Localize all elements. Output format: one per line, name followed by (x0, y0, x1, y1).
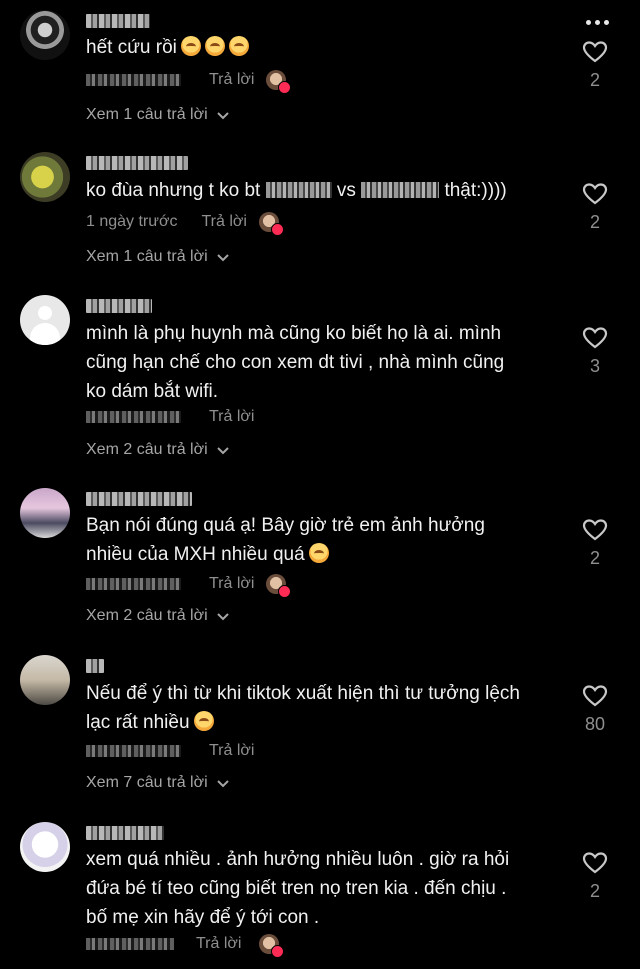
comment-text: ko đùa nhưng t ko bt vs thật:)))) (86, 180, 507, 201)
chevron-down-icon (216, 254, 229, 262)
comment-meta: Trả lời (86, 739, 266, 763)
default-avatar-icon (38, 306, 52, 320)
username-blurred[interactable] (86, 156, 188, 170)
like-count: 2 (589, 212, 600, 232)
avatar[interactable] (20, 10, 70, 60)
like-count: 80 (584, 714, 606, 734)
comment-line: đứa bé tí teo cũng biết tren nọ tren kia… (86, 878, 507, 899)
like-button[interactable]: 2 (578, 182, 612, 232)
avatar[interactable] (20, 655, 70, 705)
comment-date-blurred (86, 745, 181, 757)
comment-text: Nếu để ý thì từ khi tiktok xuất hiện thì… (86, 679, 556, 737)
like-count: 2 (589, 881, 600, 901)
username-blurred[interactable] (86, 299, 152, 313)
reply-button[interactable]: Trả lời (209, 742, 254, 760)
reply-button[interactable]: Trả lời (196, 935, 241, 953)
creator-liked-icon (266, 574, 292, 598)
flushed-face-emoji (180, 36, 201, 56)
heart-outline-icon (582, 183, 608, 205)
like-button[interactable]: 2 (578, 851, 612, 901)
view-replies-label: Xem 2 câu trả lời (86, 607, 208, 624)
view-replies-button[interactable]: Xem 1 câu trả lời (86, 106, 230, 124)
comment-text: hết cứu rồi (86, 33, 556, 62)
comment-date: 1 ngày trước (86, 213, 178, 230)
comment-line: ko dám bắt wifi. (86, 381, 218, 402)
view-replies-label: Xem 2 câu trả lời (86, 441, 208, 458)
like-button[interactable]: 2 (578, 40, 612, 90)
reply-button[interactable]: Trả lời (201, 213, 246, 231)
comment-meta: 1 ngày trước Trả lời (86, 210, 284, 236)
comment-line: mình là phụ huynh mà cũng ko biết họ là … (86, 323, 502, 344)
username-blurred[interactable] (86, 826, 164, 840)
comment-meta: Trả lời (86, 932, 285, 958)
comment-line: lạc rất nhiều (86, 708, 556, 737)
view-replies-label: Xem 1 câu trả lời (86, 248, 208, 265)
view-replies-button[interactable]: Xem 1 câu trả lời (86, 248, 230, 266)
more-options-icon[interactable] (584, 14, 610, 30)
comment-text: Bạn nói đúng quá ạ! Bây giờ trẻ em ảnh h… (86, 511, 556, 569)
heart-outline-icon (582, 852, 608, 874)
comment-meta: Trả lời (86, 68, 292, 94)
view-replies-button[interactable]: Xem 2 câu trả lời (86, 441, 230, 459)
flushed-face-emoji (228, 36, 249, 56)
like-button[interactable]: 80 (578, 684, 612, 734)
heart-outline-icon (582, 685, 608, 707)
pensive-face-emoji (308, 543, 329, 563)
creator-liked-icon (259, 934, 285, 958)
comment-text: mình là phụ huynh mà cũng ko biết họ là … (86, 319, 556, 406)
avatar[interactable] (20, 488, 70, 538)
username-blurred[interactable] (86, 659, 104, 673)
view-replies-button[interactable]: Xem 7 câu trả lời (86, 774, 230, 792)
heart-outline-icon (582, 519, 608, 541)
chevron-down-icon (216, 447, 229, 455)
comment-text: xem quá nhiều . ảnh hưởng nhiều luôn . g… (86, 845, 556, 932)
like-button[interactable]: 3 (578, 326, 612, 376)
view-replies-label: Xem 7 câu trả lời (86, 774, 208, 791)
username-blurred[interactable] (86, 492, 192, 506)
flushed-face-emoji (204, 36, 225, 56)
avatar[interactable] (20, 152, 70, 202)
comment-line: Nếu để ý thì từ khi tiktok xuất hiện thì… (86, 683, 520, 704)
heart-outline-icon (582, 327, 608, 349)
chevron-down-icon (216, 112, 229, 120)
comment-date-blurred (86, 411, 181, 423)
comment-meta: Trả lời (86, 405, 266, 429)
comment-meta: Trả lời (86, 572, 292, 598)
like-count: 2 (589, 70, 600, 90)
creator-liked-icon (266, 70, 292, 94)
comment-line: Bạn nói đúng quá ạ! Bây giờ trẻ em ảnh h… (86, 515, 485, 536)
avatar[interactable] (20, 822, 70, 872)
like-button[interactable]: 2 (578, 518, 612, 568)
thinking-face-emoji (193, 711, 214, 731)
creator-liked-icon (258, 212, 284, 236)
comment-date-blurred (86, 74, 181, 86)
blurred-name (265, 182, 332, 198)
reply-button[interactable]: Trả lời (209, 71, 254, 89)
comment-line: cũng hạn chế cho con xem dt tivi , nhà m… (86, 352, 505, 373)
username-blurred[interactable] (86, 14, 150, 28)
comment-line: bố mẹ xin hãy để ý tới con . (86, 907, 320, 928)
view-replies-button[interactable]: Xem 2 câu trả lời (86, 607, 230, 625)
comment-date-blurred (86, 938, 174, 950)
reply-button[interactable]: Trả lời (209, 575, 254, 593)
default-avatar-body (30, 323, 60, 345)
reply-button[interactable]: Trả lời (209, 408, 254, 426)
like-count: 2 (589, 548, 600, 568)
comment-line: xem quá nhiều . ảnh hưởng nhiều luôn . g… (86, 849, 510, 870)
heart-outline-icon (582, 41, 608, 63)
like-count: 3 (589, 356, 600, 376)
comment-date-blurred (86, 578, 181, 590)
chevron-down-icon (216, 780, 229, 788)
avatar[interactable] (20, 295, 70, 345)
blurred-name (361, 182, 440, 198)
comment-line: nhiều của MXH nhiều quá (86, 540, 556, 569)
chevron-down-icon (216, 613, 229, 621)
view-replies-label: Xem 1 câu trả lời (86, 106, 208, 123)
